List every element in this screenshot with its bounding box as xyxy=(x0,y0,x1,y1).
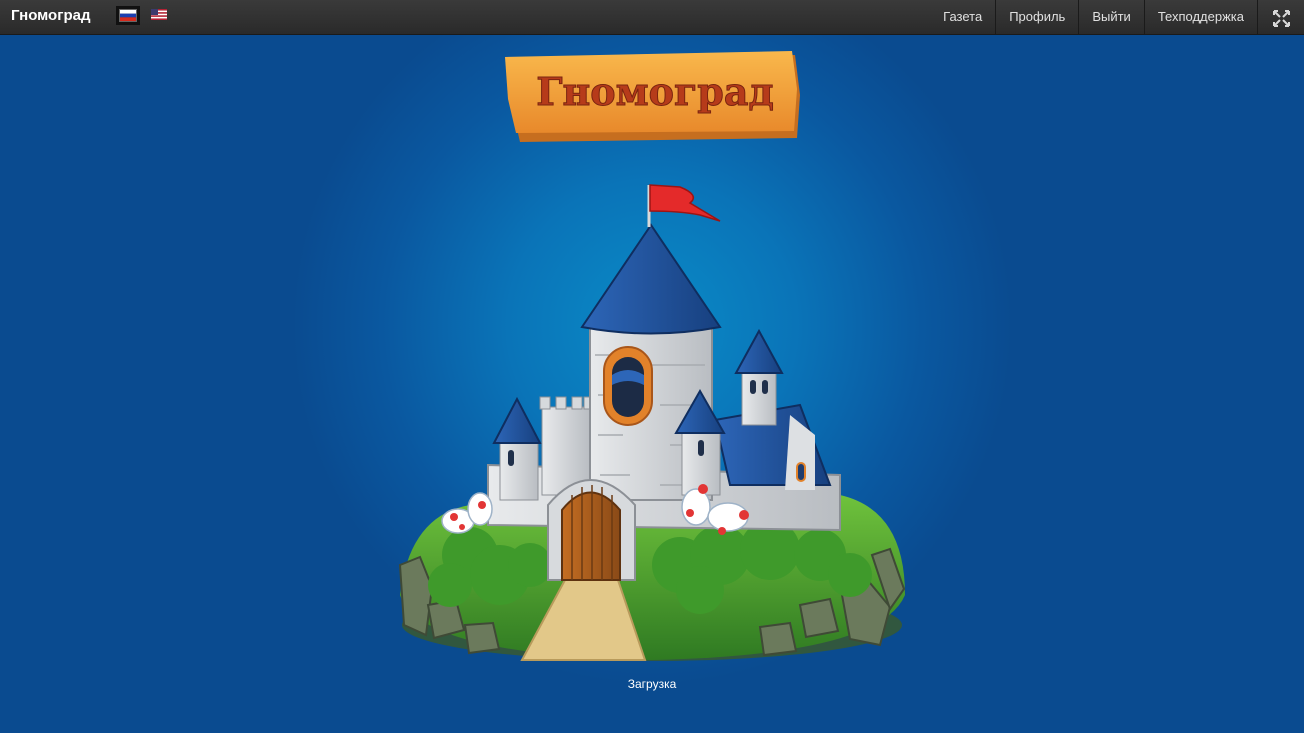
russia-flag-icon[interactable] xyxy=(119,9,137,22)
game-loading-art: Гномоград xyxy=(398,51,906,661)
nav-logout[interactable]: Выйти xyxy=(1078,0,1144,34)
fullscreen-icon xyxy=(1273,10,1290,27)
fullscreen-button[interactable] xyxy=(1257,0,1304,34)
usa-flag-icon[interactable] xyxy=(151,9,167,20)
loading-status: Загрузка xyxy=(627,677,677,691)
logo-board: Гномоград xyxy=(505,51,800,142)
nav-profile[interactable]: Профиль xyxy=(995,0,1078,34)
nav-support[interactable]: Техподдержка xyxy=(1143,0,1257,34)
top-nav: Газета Профиль Выйти Техподдержка xyxy=(930,0,1257,34)
nav-newspaper[interactable]: Газета xyxy=(930,0,995,34)
top-bar: Гномоград Газета Профиль Выйти Техподдер… xyxy=(0,0,1304,35)
brand-title: Гномоград xyxy=(11,7,91,24)
castle-flag xyxy=(649,184,721,222)
castle-island xyxy=(398,184,906,661)
game-stage[interactable]: Гномоград Загрузка xyxy=(0,35,1304,733)
game-logo-text: Гномоград xyxy=(536,69,774,114)
